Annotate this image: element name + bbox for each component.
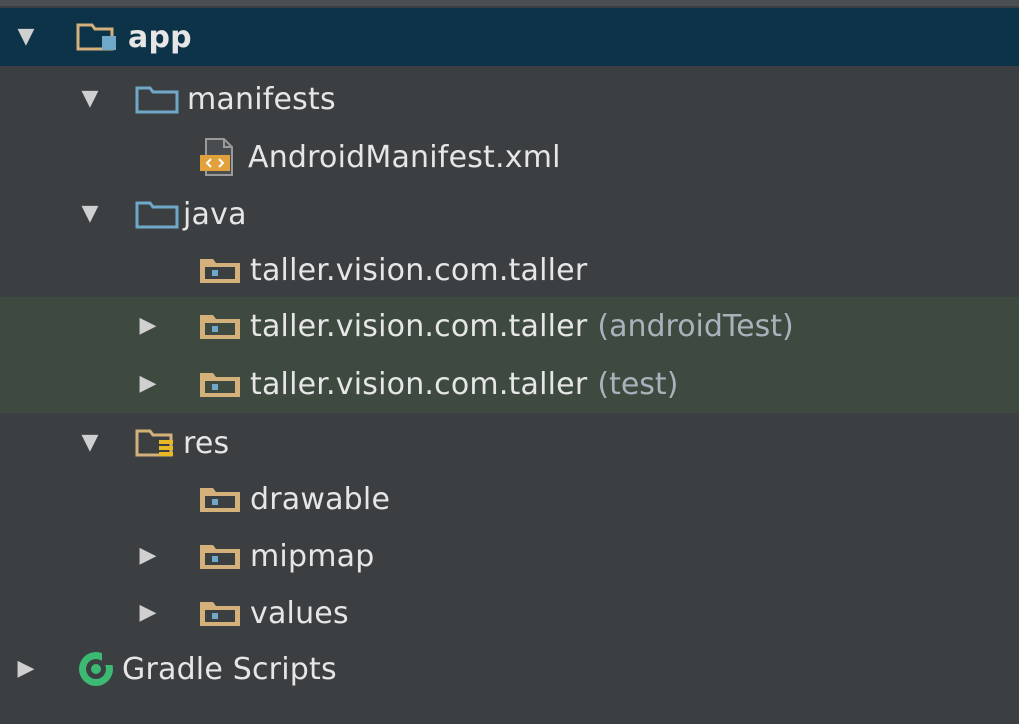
folder-icon	[135, 83, 179, 115]
tree-node-res[interactable]: ▼ res	[0, 414, 1019, 472]
tree-node-mipmap[interactable]: ▶ mipmap	[0, 527, 1019, 585]
package-folder-icon	[198, 254, 242, 286]
tree-node-suffix: (androidTest)	[597, 308, 794, 344]
triangle-right-icon[interactable]: ▶	[136, 314, 160, 338]
tree-node-suffix: (test)	[597, 366, 679, 402]
package-folder-icon	[198, 310, 242, 342]
panel-top-border	[0, 0, 1019, 6]
tree-node-label: manifests	[187, 81, 336, 117]
tree-node-drawable[interactable]: drawable	[0, 470, 1019, 528]
triangle-down-icon[interactable]: ▼	[78, 202, 102, 226]
tree-node-label: taller.vision.com.taller	[250, 308, 588, 344]
tree-node-label: taller.vision.com.taller	[250, 366, 588, 402]
gradle-icon	[76, 649, 116, 689]
tree-node-label: AndroidManifest.xml	[248, 139, 561, 175]
package-folder-icon	[198, 368, 242, 400]
xml-file-icon	[198, 137, 240, 177]
resources-folder-icon	[135, 426, 179, 460]
tree-node-label: app	[128, 19, 192, 55]
panel-empty-area	[0, 697, 1019, 724]
triangle-down-icon[interactable]: ▼	[78, 431, 102, 455]
tree-node-label: mipmap	[250, 538, 375, 574]
tree-node-gradle-scripts[interactable]: ▶ Gradle Scripts	[0, 640, 1019, 698]
project-tree: ▼ app ▼ manifests AndroidManifest.xml ▼ …	[0, 0, 1019, 724]
triangle-right-icon[interactable]: ▶	[14, 657, 38, 681]
triangle-right-icon[interactable]: ▶	[136, 601, 160, 625]
triangle-right-icon[interactable]: ▶	[136, 372, 160, 396]
tree-node-values[interactable]: ▶ values	[0, 584, 1019, 642]
triangle-down-icon[interactable]: ▼	[78, 87, 102, 111]
tree-node-label: values	[250, 595, 349, 631]
tree-node-package-test[interactable]: ▶ taller.vision.com.taller (test)	[0, 355, 1019, 413]
tree-node-label: java	[183, 196, 247, 232]
triangle-right-icon[interactable]: ▶	[136, 544, 160, 568]
triangle-down-icon[interactable]: ▼	[14, 25, 38, 49]
tree-node-label: drawable	[250, 481, 391, 517]
package-folder-icon	[198, 540, 242, 572]
tree-node-package-main[interactable]: taller.vision.com.taller	[0, 241, 1019, 299]
tree-node-label: taller.vision.com.taller	[250, 252, 588, 288]
tree-node-label: res	[183, 425, 230, 461]
package-folder-icon	[198, 597, 242, 629]
tree-node-package-android-test[interactable]: ▶ taller.vision.com.taller (androidTest)	[0, 297, 1019, 355]
module-folder-icon	[76, 21, 124, 53]
tree-node-label: Gradle Scripts	[122, 651, 337, 687]
folder-icon	[135, 198, 179, 230]
tree-node-app[interactable]: ▼ app	[0, 8, 1019, 66]
package-folder-icon	[198, 483, 242, 515]
tree-node-java[interactable]: ▼ java	[0, 185, 1019, 243]
tree-node-android-manifest[interactable]: AndroidManifest.xml	[0, 128, 1019, 186]
tree-node-manifests[interactable]: ▼ manifests	[0, 70, 1019, 128]
